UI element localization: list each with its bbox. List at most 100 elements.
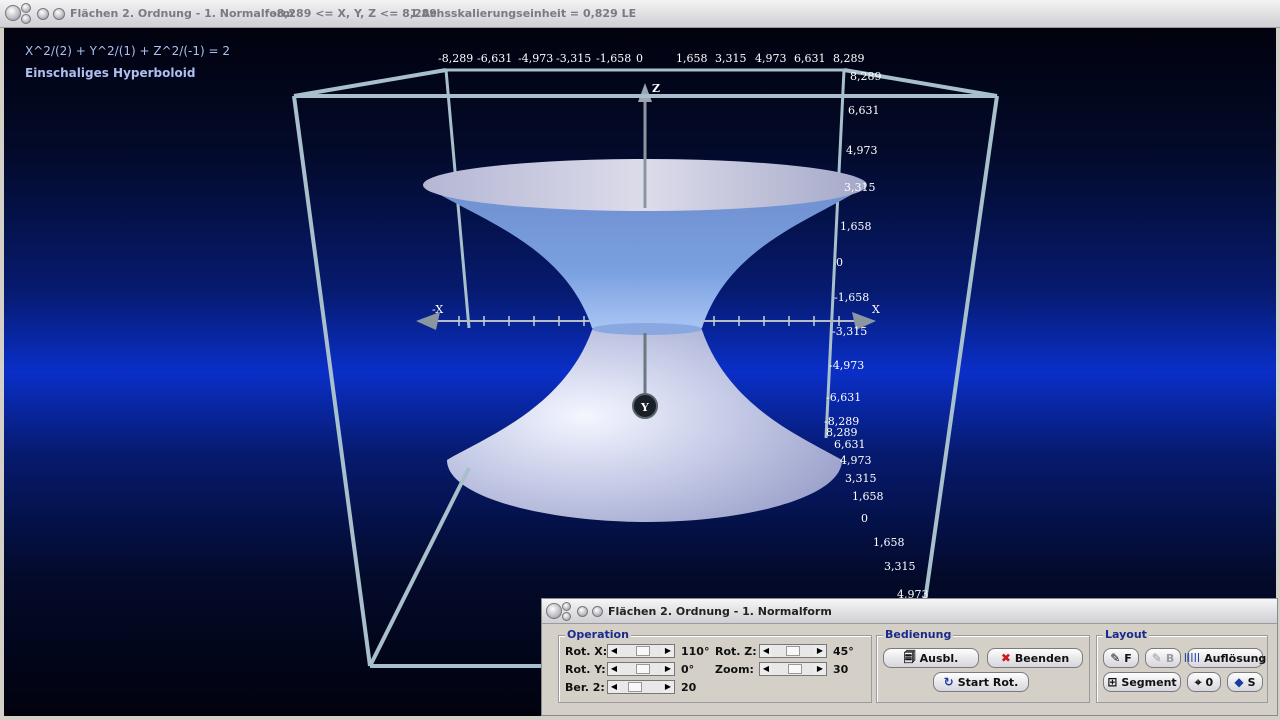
bedienung-group: Bedienung 🗐 Ausbl. ✖ Beenden ↻ Start Rot… — [876, 628, 1090, 703]
panel-title: Flächen 2. Ordnung - 1. Normalform — [608, 605, 832, 618]
segment-button[interactable]: ⊞ Segment — [1103, 672, 1181, 692]
slider-thumb[interactable] — [628, 682, 642, 692]
slider-left-arrow-icon[interactable]: ◀ — [760, 663, 772, 675]
top-tick-labels: -8,289 -6,631 -4,973 -3,315 -1,658 0 1,6… — [438, 52, 865, 65]
top-tick: -6,631 — [477, 52, 512, 65]
panel-minimize-icon[interactable] — [562, 602, 571, 611]
bedienung-label: Bedienung — [883, 628, 954, 641]
top-tick: 0 — [636, 52, 643, 65]
rot-x-slider[interactable]: ◀ ▶ — [607, 644, 675, 658]
paint-icon: ◆ — [1234, 675, 1244, 689]
top-tick: 3,315 — [715, 52, 747, 65]
z-axis-arrow — [638, 83, 652, 102]
operation-group: Operation Rot. X: ◀ ▶ 110° Rot. Y: ◀ ▶ 0… — [558, 628, 872, 703]
slider-right-arrow-icon[interactable]: ▶ — [662, 663, 674, 675]
z-tick: 4,973 — [846, 144, 878, 157]
slider-right-arrow-icon[interactable]: ▶ — [662, 645, 674, 657]
hide-icon: 🗐 — [903, 649, 916, 664]
top-tick: -4,973 — [518, 52, 553, 65]
z-tick: 1,658 — [840, 220, 872, 233]
y-tick: 1,658 — [873, 536, 905, 549]
aufloesung-label: Auflösung — [1204, 651, 1267, 665]
f-label: F — [1124, 651, 1132, 665]
slider-left-arrow-icon[interactable]: ◀ — [608, 681, 620, 693]
b-button[interactable]: ✎ B — [1145, 648, 1181, 668]
z-tick: -3,315 — [832, 325, 867, 338]
top-tick: 4,973 — [755, 52, 787, 65]
maximize-icon[interactable] — [21, 14, 31, 24]
slider-left-arrow-icon[interactable]: ◀ — [608, 663, 620, 675]
y-tick: 1,658 — [852, 490, 884, 503]
slider-thumb[interactable] — [788, 664, 802, 674]
segment-label: Segment — [1121, 675, 1177, 689]
axis-label-z: Z — [652, 82, 660, 95]
brush-disabled-icon: ✎ — [1151, 651, 1162, 665]
slider-thumb[interactable] — [636, 646, 650, 656]
rot-y-value: 0° — [681, 663, 695, 676]
panel-close-icon[interactable] — [577, 606, 588, 617]
top-tick: -3,315 — [556, 52, 591, 65]
z-tick: 3,315 — [844, 181, 876, 194]
slider-right-arrow-icon[interactable]: ▶ — [814, 645, 826, 657]
z-tick: -1,658 — [834, 291, 869, 304]
ausbl-button[interactable]: 🗐 Ausbl. — [883, 648, 979, 668]
slider-thumb[interactable] — [636, 664, 650, 674]
rot-y-slider[interactable]: ◀ ▶ — [607, 662, 675, 676]
y-tick: 0 — [861, 512, 868, 525]
slider-right-arrow-icon[interactable]: ▶ — [814, 663, 826, 675]
window-title: Flächen 2. Ordnung - 1. Normalform — [70, 7, 294, 20]
zoom-slider[interactable]: ◀ ▶ — [759, 662, 827, 676]
z-tick-labels: 8,289 6,631 4,973 3,315 1,658 0 -1,658 -… — [824, 70, 882, 428]
y-tick-labels: 8,289 6,631 4,973 3,315 1,658 0 1,658 3,… — [826, 426, 929, 601]
f-button[interactable]: ✎ F — [1103, 648, 1139, 668]
rot-y-label: Rot. Y: — [565, 663, 606, 676]
ber-z-label: Ber. 2: — [565, 681, 605, 694]
ber-z-slider[interactable]: ◀ ▶ — [607, 680, 675, 694]
y-tick: 3,315 — [845, 472, 877, 485]
zero-label: 0 — [1205, 675, 1214, 689]
z-tick: -4,973 — [829, 359, 864, 372]
brush-icon: ✎ — [1110, 651, 1121, 665]
window-icon — [53, 8, 65, 20]
top-tick: 8,289 — [833, 52, 865, 65]
z-tick: 8,289 — [850, 70, 882, 83]
axis-label-y: Y — [640, 401, 649, 414]
y-tick: 6,631 — [834, 438, 866, 451]
zero-button[interactable]: ⌖ 0 — [1187, 672, 1221, 692]
top-tick: 1,658 — [676, 52, 708, 65]
zoom-label: Zoom: — [715, 663, 754, 676]
top-tick: -1,658 — [596, 52, 631, 65]
panel-menu-icon[interactable] — [546, 603, 562, 619]
slider-left-arrow-icon[interactable]: ◀ — [760, 645, 772, 657]
window-menu-icon[interactable] — [5, 5, 21, 21]
beenden-button[interactable]: ✖ Beenden — [987, 648, 1083, 668]
s-button[interactable]: ◆ S — [1227, 672, 1263, 692]
control-panel: Flächen 2. Ordnung - 1. Normalform Opera… — [541, 598, 1278, 716]
slider-right-arrow-icon[interactable]: ▶ — [662, 681, 674, 693]
top-tick: -8,289 — [438, 52, 473, 65]
beenden-label: Beenden — [1014, 651, 1070, 665]
top-tick: 6,631 — [794, 52, 826, 65]
panel-titlebar: Flächen 2. Ordnung - 1. Normalform — [542, 599, 1277, 624]
grid-icon: ⊞ — [1107, 675, 1118, 689]
aufloesung-button[interactable]: ||||| Auflösung — [1183, 648, 1267, 668]
ausbl-label: Ausbl. — [919, 651, 959, 665]
slider-left-arrow-icon[interactable]: ◀ — [608, 645, 620, 657]
start-rot-button[interactable]: ↻ Start Rot. — [933, 672, 1029, 692]
minimize-icon[interactable] — [21, 3, 31, 13]
panel-maximize-icon[interactable] — [562, 612, 571, 621]
b-label: B — [1165, 651, 1175, 665]
layout-label: Layout — [1103, 628, 1149, 641]
ber-z-value: 20 — [681, 681, 697, 694]
close-x-icon: ✖ — [1000, 651, 1011, 665]
rot-z-value: 45° — [833, 645, 854, 658]
y-tick: 3,315 — [884, 560, 916, 573]
z-tick: 6,631 — [848, 104, 880, 117]
resolution-icon: ||||| — [1183, 653, 1201, 663]
rot-z-slider[interactable]: ◀ ▶ — [759, 644, 827, 658]
slider-thumb[interactable] — [786, 646, 800, 656]
layout-group: Layout ✎ F ✎ B ||||| Auflösung ⊞ Segment… — [1096, 628, 1268, 703]
close-icon[interactable] — [37, 8, 49, 20]
rot-z-label: Rot. Z: — [715, 645, 757, 658]
zoom-value: 30 — [833, 663, 849, 676]
